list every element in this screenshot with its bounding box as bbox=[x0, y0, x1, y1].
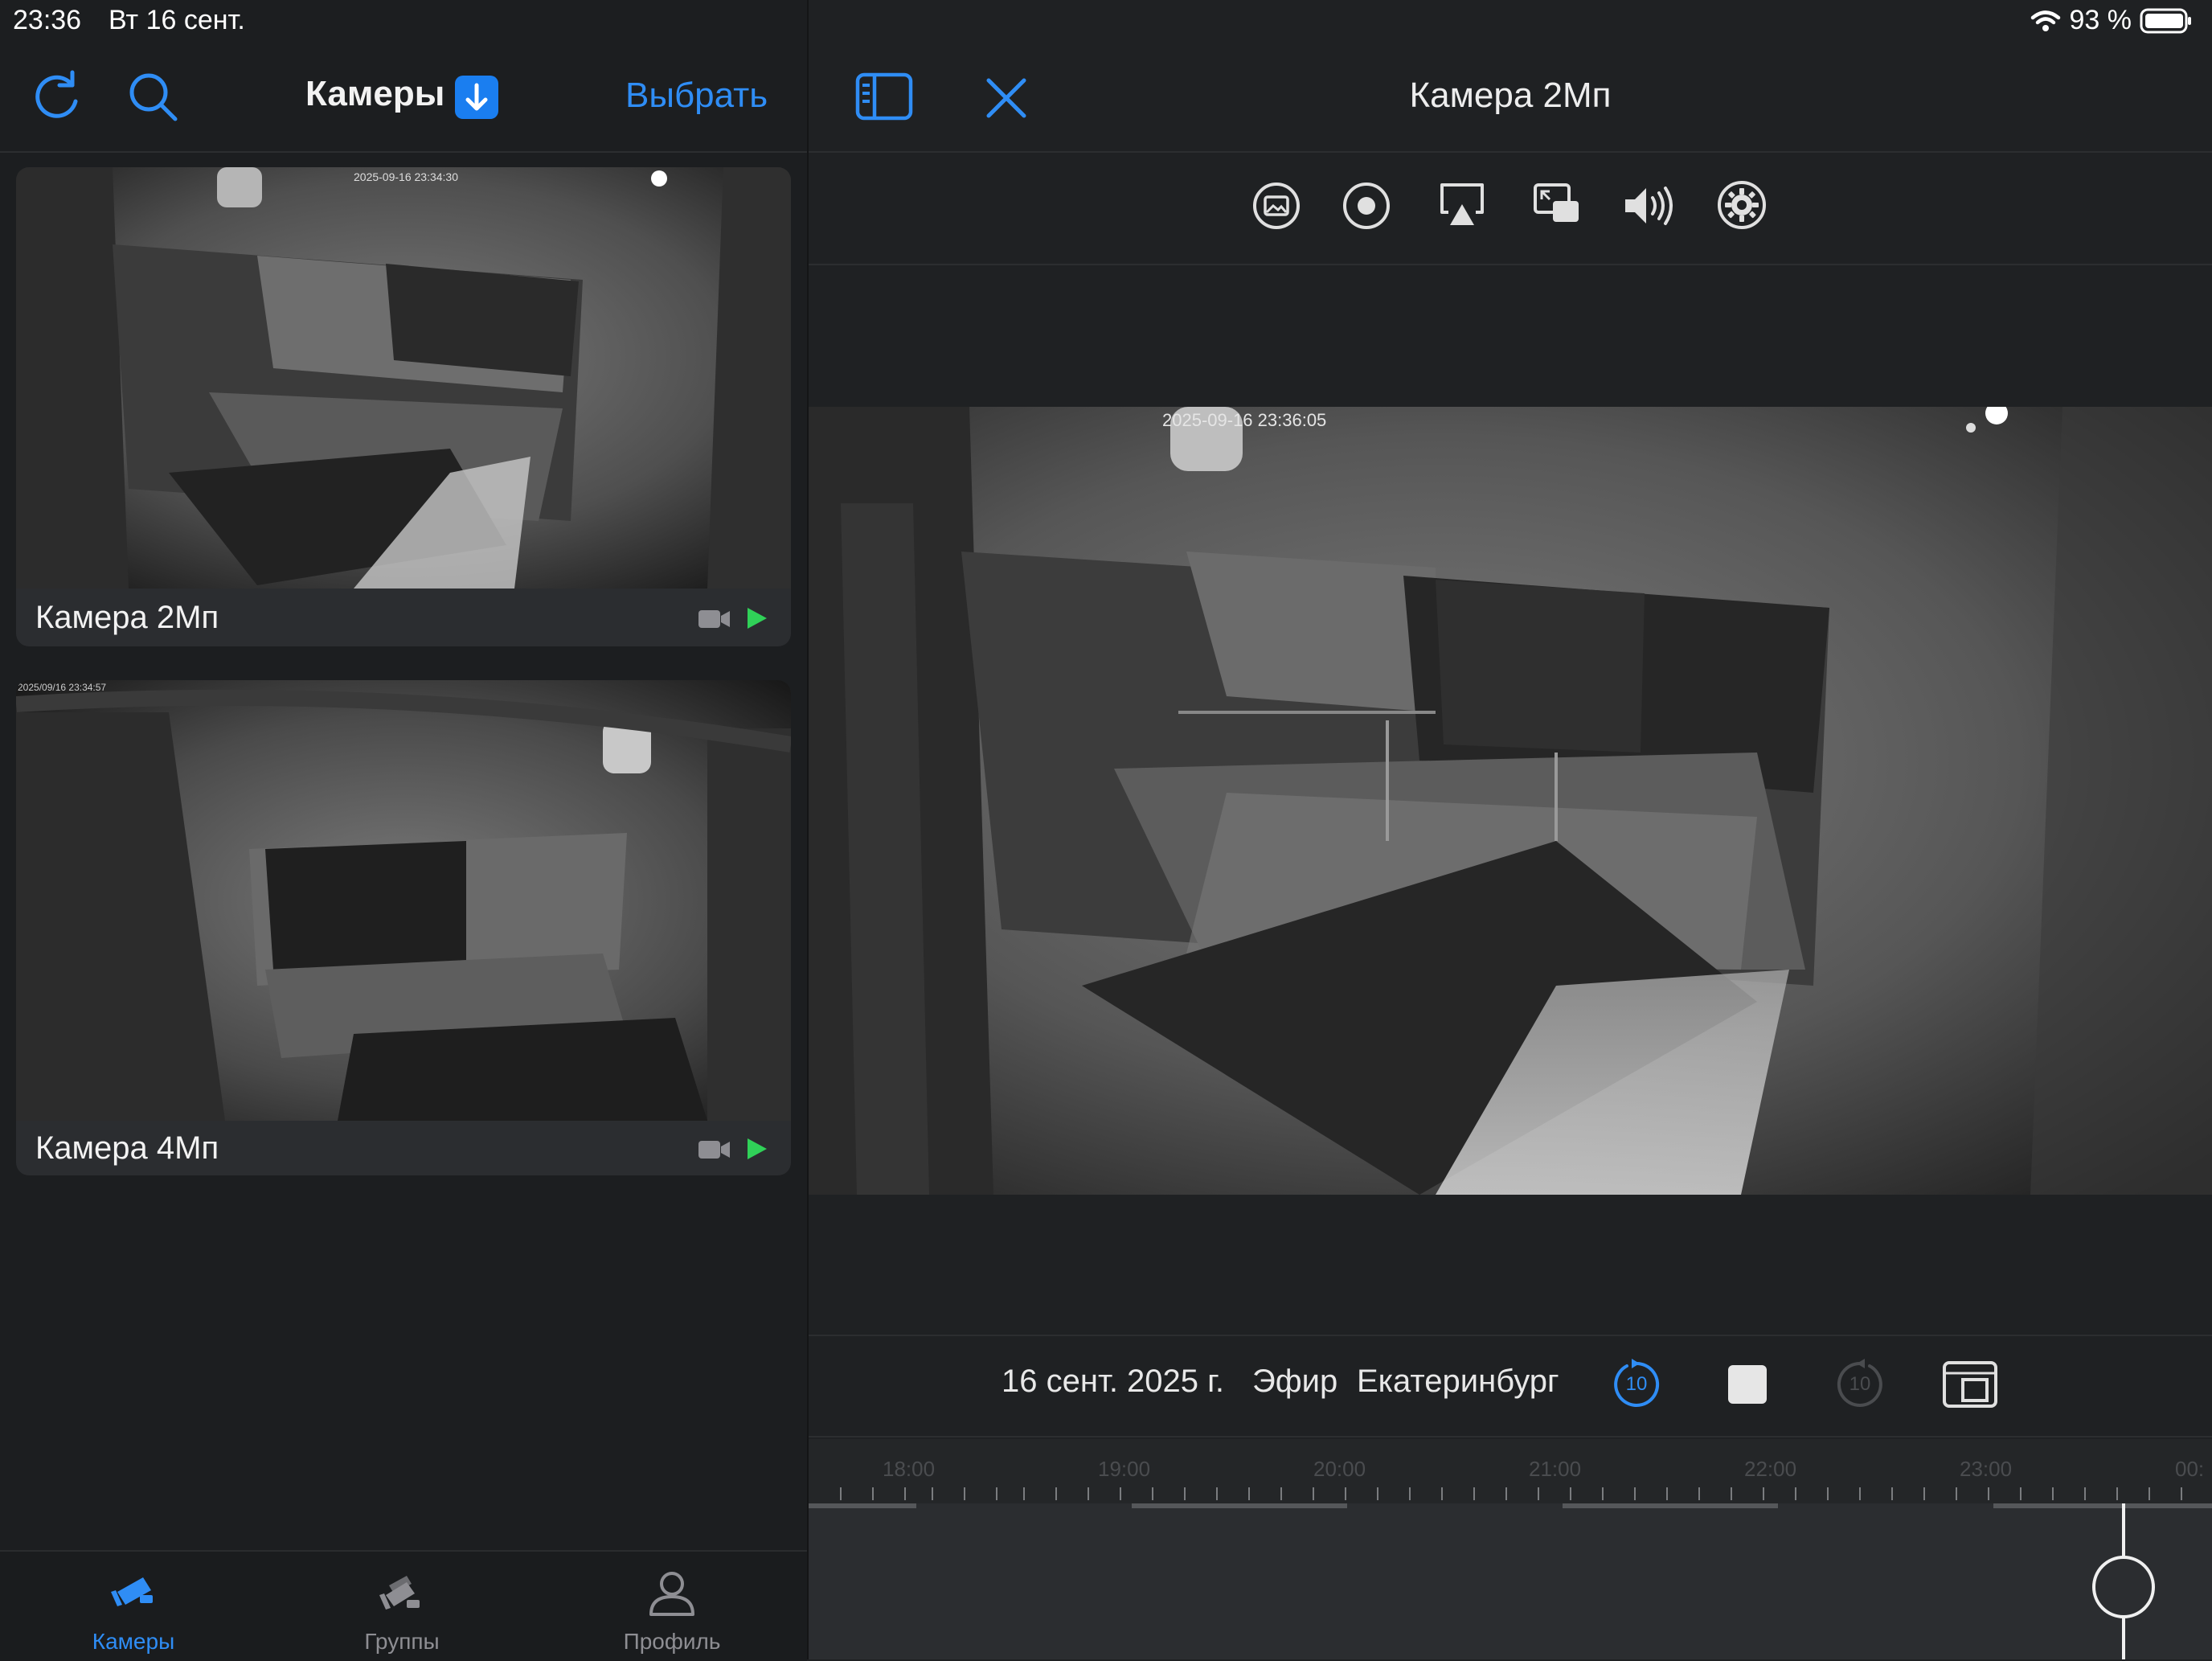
timeline-divider bbox=[809, 1436, 2212, 1437]
live-video-view[interactable]: 2025-09-16 23:36:05 bbox=[809, 407, 2212, 1195]
battery-percent: 93 % bbox=[2069, 5, 2132, 35]
toolbar-divider bbox=[809, 264, 2212, 265]
play-icon[interactable] bbox=[746, 1137, 768, 1161]
play-icon[interactable] bbox=[746, 606, 768, 630]
tab-profile[interactable] bbox=[592, 1568, 752, 1632]
thumbnail-timestamp: 2025-09-16 23:34:30 bbox=[354, 170, 458, 183]
timeline-hour-label: 22:00 bbox=[1744, 1457, 1797, 1481]
layout-icon[interactable] bbox=[1942, 1360, 1998, 1409]
pip-icon[interactable] bbox=[1532, 180, 1582, 228]
camera-thumbnail bbox=[16, 680, 791, 1121]
record-icon[interactable] bbox=[1342, 182, 1391, 230]
airplay-icon[interactable] bbox=[1437, 180, 1487, 228]
video-camera-icon bbox=[698, 610, 730, 628]
camera-group-icon bbox=[379, 1576, 420, 1610]
live-mode-label: Эфир bbox=[1252, 1364, 1338, 1399]
status-time: 23:36 bbox=[13, 5, 82, 35]
video-timestamp: 2025-09-16 23:36:05 bbox=[1162, 410, 1327, 430]
camera-card[interactable]: 2025-09-16 23:34:30 Камера 2Мп bbox=[16, 167, 791, 646]
page-title: Камеры bbox=[305, 74, 445, 113]
timeline-hour-label: 23:00 bbox=[1960, 1457, 2013, 1481]
tab-label-profile[interactable]: Профиль bbox=[592, 1629, 752, 1655]
snapshot-icon[interactable] bbox=[1252, 182, 1301, 230]
timeline-hour-label: 19:00 bbox=[1098, 1457, 1151, 1481]
skip-forward-button[interactable]: 10 bbox=[1834, 1359, 1886, 1410]
search-icon[interactable] bbox=[127, 71, 180, 124]
video-camera-icon bbox=[698, 1141, 730, 1159]
status-date: Вт 16 сент. bbox=[109, 5, 245, 35]
camera-thumbnail bbox=[16, 167, 791, 589]
stop-button[interactable] bbox=[1728, 1365, 1767, 1404]
timeline-hour-label: 18:00 bbox=[883, 1457, 936, 1481]
timeline-hour-label: 00: bbox=[2175, 1457, 2205, 1481]
timeline-hour-label: 20:00 bbox=[1313, 1457, 1366, 1481]
camera-name: Камера 2Мп bbox=[35, 600, 219, 635]
select-button[interactable]: Выбрать bbox=[625, 76, 768, 116]
settings-icon[interactable] bbox=[1717, 180, 1767, 230]
tab-cameras[interactable] bbox=[53, 1568, 214, 1632]
camera-card[interactable]: 2025/09/16 23:34:57 Камера 4Мп bbox=[16, 680, 791, 1175]
timeline-track[interactable] bbox=[809, 1503, 2212, 1659]
person-icon bbox=[649, 1572, 694, 1616]
skip-forward-seconds: 10 bbox=[1849, 1373, 1871, 1395]
battery-icon bbox=[2140, 8, 2191, 33]
playhead-handle[interactable] bbox=[2091, 1555, 2156, 1619]
sort-down-button[interactable] bbox=[455, 76, 498, 119]
thumbnail-timestamp: 2025/09/16 23:34:57 bbox=[18, 682, 107, 693]
video-frame bbox=[809, 407, 2212, 1195]
arrow-down-icon bbox=[465, 83, 488, 111]
timezone-label: Екатеринбург bbox=[1357, 1364, 1559, 1399]
cctv-camera-icon bbox=[111, 1577, 153, 1606]
refresh-icon[interactable] bbox=[32, 68, 84, 122]
info-divider bbox=[809, 1335, 2212, 1336]
skip-back-button[interactable]: 10 bbox=[1611, 1359, 1662, 1410]
camera-name: Камера 4Мп bbox=[35, 1130, 219, 1166]
camera-title: Камера 2Мп bbox=[1409, 76, 1612, 115]
status-indicators: 93 % bbox=[2030, 5, 2194, 36]
archive-date[interactable]: 16 сент. 2025 г. bbox=[1002, 1364, 1224, 1400]
skip-back-seconds: 10 bbox=[1625, 1373, 1648, 1395]
volume-icon[interactable] bbox=[1622, 182, 1677, 230]
header-divider bbox=[809, 151, 2212, 153]
tab-label-cameras[interactable]: Камеры bbox=[53, 1629, 214, 1655]
header-divider bbox=[0, 151, 807, 153]
tab-groups[interactable] bbox=[322, 1568, 482, 1632]
wifi-icon bbox=[2030, 10, 2060, 31]
timeline-hour-label: 21:00 bbox=[1529, 1457, 1582, 1481]
tab-label-groups[interactable]: Группы bbox=[322, 1629, 482, 1655]
